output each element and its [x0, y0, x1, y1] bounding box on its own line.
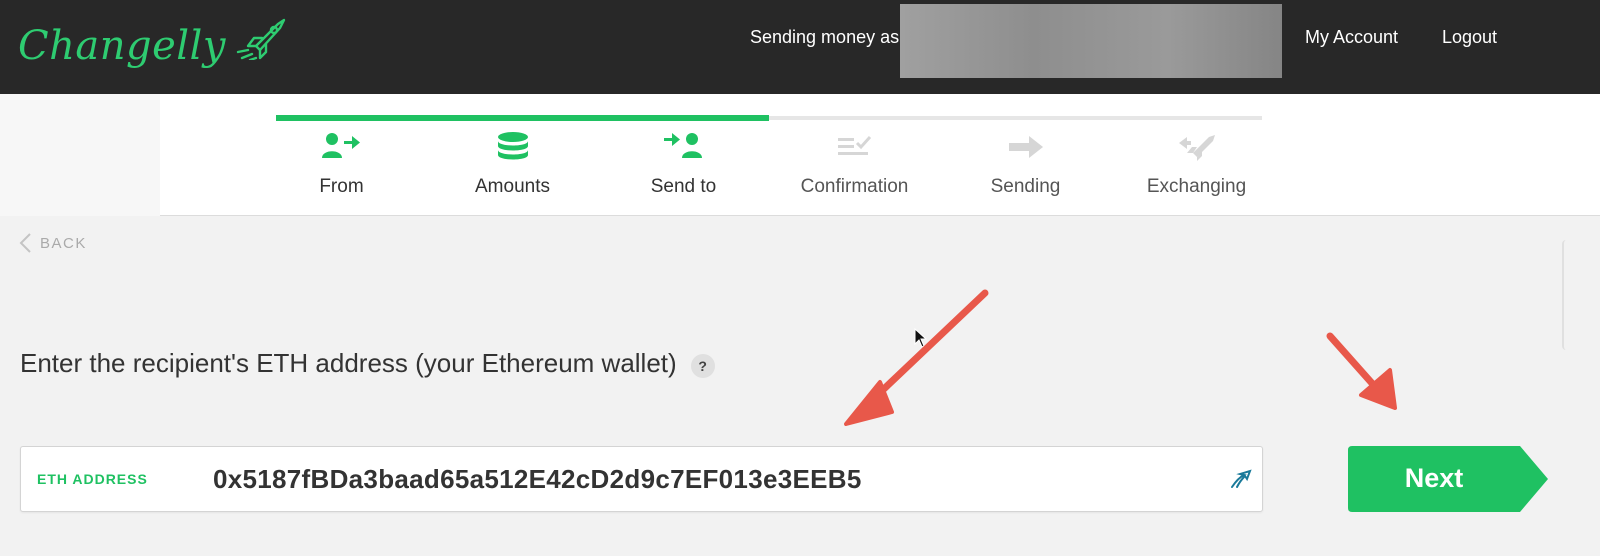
chevron-left-icon	[19, 233, 31, 253]
step-sending: Sending	[940, 94, 1111, 216]
next-label: Next	[1404, 463, 1464, 493]
mouse-cursor-icon	[914, 328, 928, 348]
exchange-rocket-icon	[1178, 135, 1215, 161]
progress-fill	[276, 115, 769, 121]
my-account-link[interactable]: My Account	[1305, 27, 1398, 48]
annotation-arrow-to-address	[844, 289, 989, 426]
help-icon[interactable]: ?	[690, 353, 715, 378]
steps-left-panel	[0, 94, 160, 216]
wallet-autofill-icon[interactable]	[1230, 469, 1252, 489]
step-label: Amounts	[475, 176, 550, 197]
step-label: From	[319, 176, 364, 197]
back-button[interactable]: BACK	[18, 232, 87, 254]
step-label: Send to	[650, 176, 717, 197]
address-prompt: Enter the recipient's ETH address (your …	[20, 348, 715, 379]
back-label: BACK	[40, 234, 87, 252]
next-button[interactable]: Next	[1348, 446, 1548, 512]
annotation-arrow-to-next	[1326, 332, 1397, 410]
top-bar: Changelly Sending money as My Account Lo…	[0, 0, 1600, 94]
eth-address-label: ETH ADDRESS	[37, 471, 148, 487]
blurred-user-name	[900, 4, 1282, 78]
rocket-icon	[236, 18, 286, 60]
step-amounts: Amounts	[427, 94, 598, 216]
arrow-right-icon	[1008, 136, 1043, 158]
arrow-user-icon	[663, 133, 702, 158]
prompt-text: Enter the recipient's ETH address (your …	[20, 348, 677, 378]
coin-stack-icon	[497, 132, 528, 160]
changelly-logo[interactable]: Changelly	[18, 8, 288, 84]
user-arrow-icon	[321, 133, 360, 158]
step-confirmation: Confirmation	[769, 94, 940, 216]
step-send-to: Send to	[598, 94, 769, 216]
eth-address-field[interactable]: ETH ADDRESS	[20, 446, 1263, 512]
logout-link[interactable]: Logout	[1442, 27, 1497, 48]
list-check-icon	[837, 135, 871, 155]
step-label: Exchanging	[1146, 176, 1247, 197]
sending-as-label: Sending money as	[750, 27, 900, 47]
steps-progress-bar: From Amounts Send to Confirmation Sendin…	[0, 94, 1600, 216]
step-label: Confirmation	[800, 176, 909, 197]
step-from: From	[256, 94, 427, 216]
eth-address-input[interactable]	[213, 464, 1213, 495]
scrollbar-edge[interactable]	[1562, 240, 1572, 350]
logo-text: Changelly	[18, 23, 226, 69]
step-exchanging: Exchanging	[1111, 94, 1282, 216]
step-label: Sending	[990, 176, 1061, 197]
